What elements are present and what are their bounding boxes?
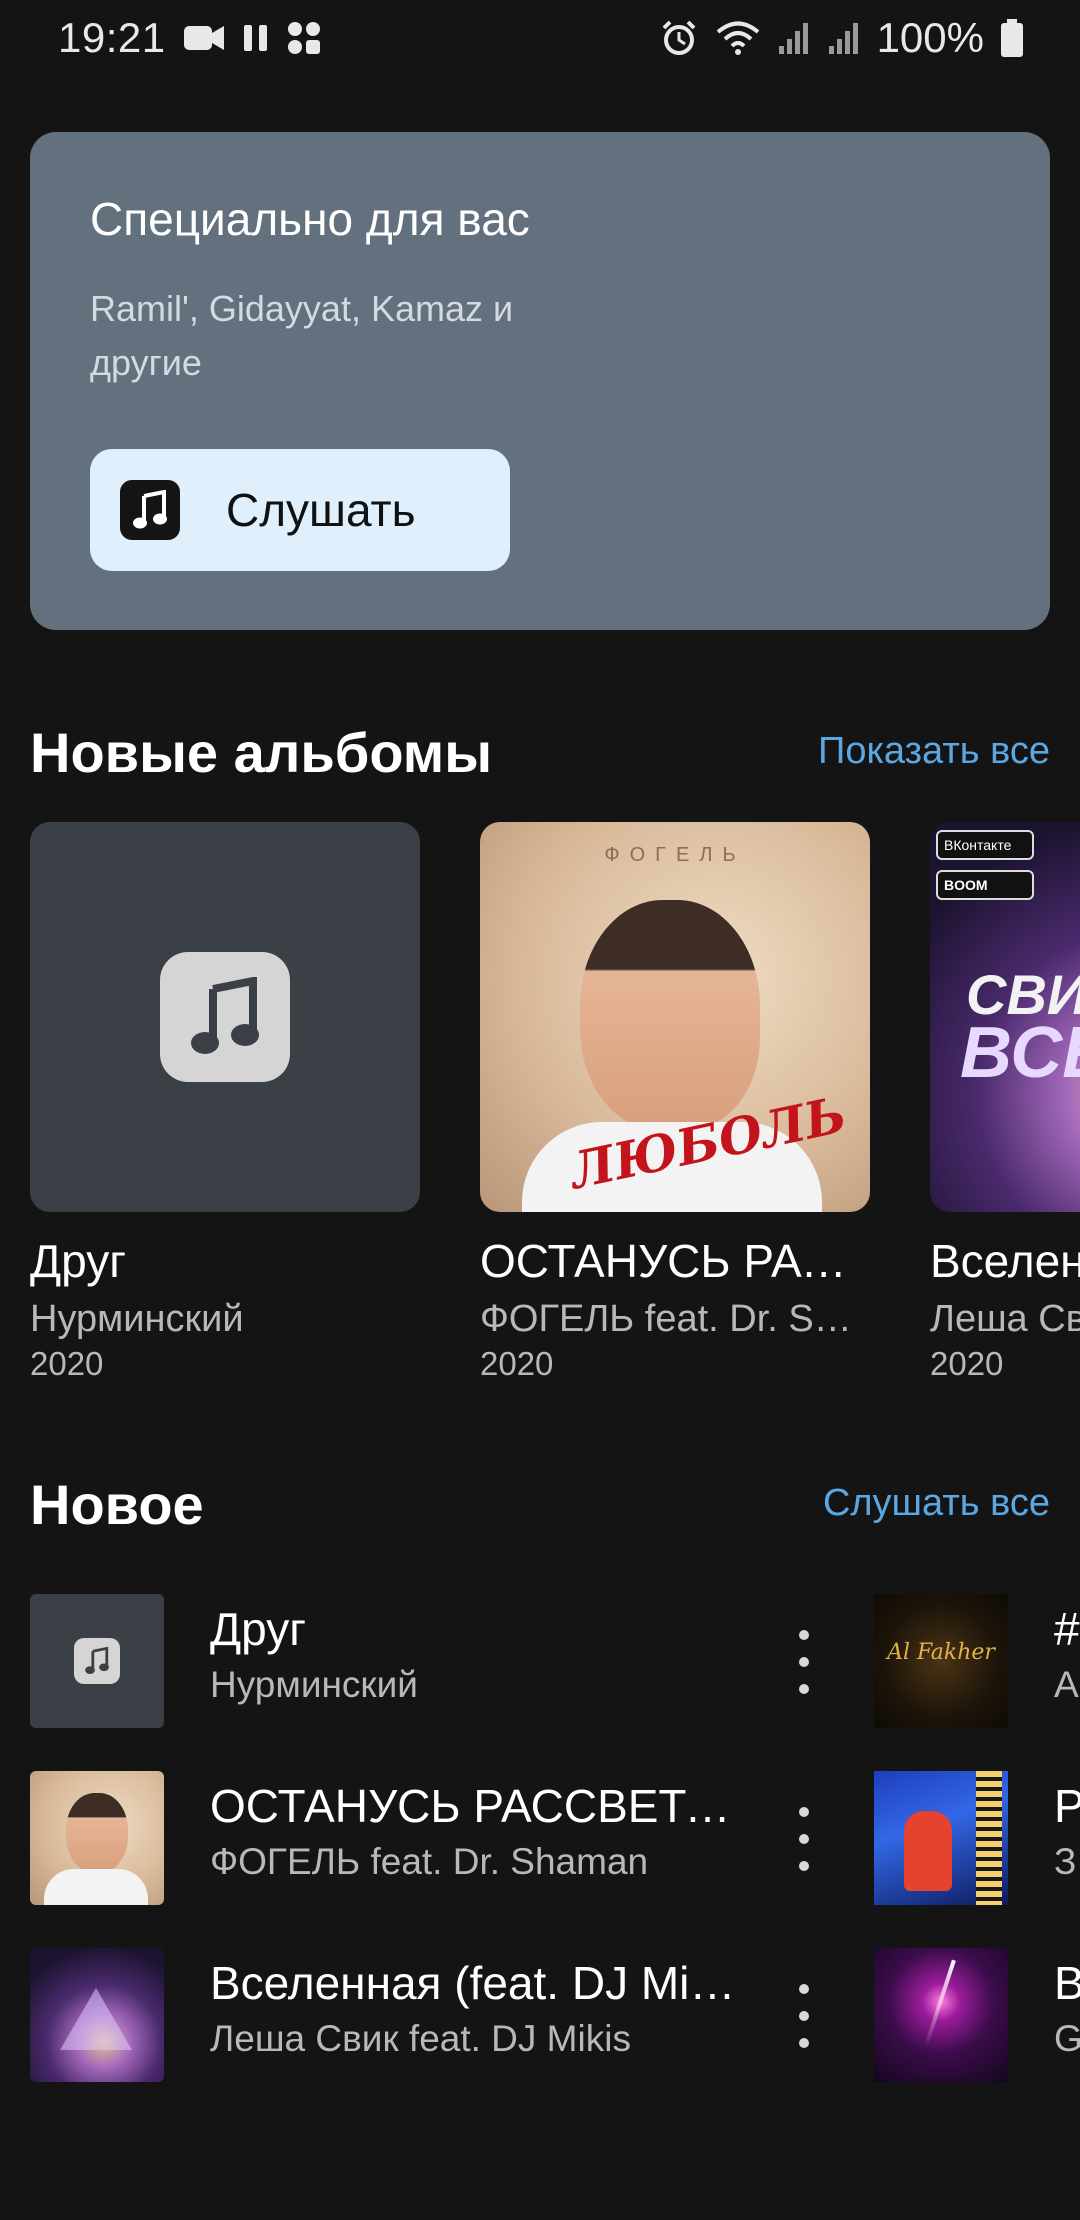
status-bar: 19:21 100% (0, 0, 1080, 76)
album-year: 2020 (930, 1345, 1004, 1382)
listen-button[interactable]: Слушать (90, 449, 510, 571)
track-title: # (1054, 1603, 1080, 1655)
battery-percent: 100% (876, 14, 984, 61)
featured-subtitle: Ramil', Gidayyat, Kamaz и другие (90, 288, 514, 383)
track-title: ОСТАНУСЬ РАССВЕТОМ (210, 1780, 740, 1832)
featured-title: Специально для вас (90, 193, 530, 245)
section-title-new-albums: Новые альбомы (30, 721, 493, 784)
track-artist: A (1054, 1664, 1079, 1705)
video-camera-icon (182, 21, 226, 55)
track-cover (30, 1948, 164, 2082)
vk-badge: ВКонтакте (936, 830, 1034, 860)
track-cover (30, 1771, 164, 1905)
track-cover[interactable]: Al Fakher (874, 1594, 1008, 1728)
track-title: P (1054, 1780, 1080, 1832)
more-options-icon[interactable] (782, 1984, 826, 2048)
listen-button-label: Слушать (226, 484, 416, 536)
album-cover (30, 822, 420, 1212)
album-year: 2020 (480, 1345, 554, 1382)
app-grid-lock-icon (286, 20, 322, 56)
track-title: B (1054, 1957, 1080, 2009)
track-row[interactable]: ОСТАНУСЬ РАССВЕТОМ ФОГЕЛЬ feat. Dr. Sham… (30, 1771, 1080, 1905)
music-note-icon (74, 1638, 120, 1684)
album-card[interactable]: ФОГЕЛЬ ЛЮБОЛЬ ОСТАНУСЬ РАССВЕТОМ ФОГЕЛЬ … (480, 822, 870, 1382)
track-title: Вселенная (feat. DJ Mikis) (210, 1957, 740, 2009)
track-artist: Леша Свик feat. DJ Mikis (210, 2018, 631, 2059)
album-title: Друг (30, 1235, 126, 1287)
track-artist: З (1054, 1841, 1077, 1882)
track-artist: G (1054, 2018, 1080, 2059)
cover-brand-text: ФОГЕЛЬ (604, 844, 746, 866)
more-options-icon[interactable] (782, 1807, 826, 1871)
track-cover (30, 1594, 164, 1728)
track-cover[interactable] (874, 1948, 1008, 2082)
more-options-icon[interactable] (782, 1630, 826, 1694)
album-card[interactable]: ВКонтакте BOOM СВИК ВСЕЛ Вселенная Леша … (930, 822, 1080, 1382)
boom-badge: BOOM (936, 870, 1034, 900)
track-row[interactable]: Друг Нурминский Al Fakher # A (30, 1594, 1080, 1728)
signal-icon (777, 20, 811, 56)
track-title: Друг (210, 1603, 306, 1655)
album-cover: ВКонтакте BOOM СВИК ВСЕЛ (930, 822, 1080, 1212)
album-card[interactable]: Друг Нурминский 2020 (30, 822, 420, 1382)
alarm-icon (659, 18, 699, 58)
album-artist: Леша Свик (930, 1298, 1080, 1340)
track-artist: Нурминский (210, 1664, 418, 1705)
tracks-list[interactable]: Друг Нурминский Al Fakher # A ОСТАНУСЬ Р… (0, 1594, 1080, 2094)
cover-title-text: Al Fakher (887, 1640, 995, 1665)
signal-icon (827, 20, 861, 56)
clock: 19:21 (58, 14, 166, 61)
music-note-icon (160, 952, 290, 1082)
track-cover[interactable] (874, 1771, 1008, 1905)
album-artist: ФОГЕЛЬ feat. Dr. Shaman (480, 1298, 870, 1340)
album-year: 2020 (30, 1345, 104, 1382)
album-cover: ФОГЕЛЬ ЛЮБОЛЬ (480, 822, 870, 1212)
music-note-icon (120, 480, 180, 540)
featured-mix-card[interactable]: Специально для вас Ramil', Gidayyat, Kam… (30, 132, 1050, 630)
wifi-icon (715, 19, 761, 57)
album-title: ОСТАНУСЬ РАССВЕТОМ (480, 1235, 870, 1287)
show-all-albums-link[interactable]: Показать все (818, 730, 1050, 773)
track-row[interactable]: Вселенная (feat. DJ Mikis) Леша Свик fea… (30, 1948, 1080, 2082)
album-artist: Нурминский (30, 1298, 244, 1340)
section-title-new: Новое (30, 1473, 204, 1536)
pause-icon (242, 21, 270, 55)
albums-carousel[interactable]: Друг Нурминский 2020 ФОГЕЛЬ ЛЮБОЛЬ ОСТАН… (0, 822, 1080, 1382)
cover-title-text: ВСЕЛ (960, 1013, 1080, 1093)
listen-all-link[interactable]: Слушать все (823, 1482, 1050, 1525)
album-title: Вселенная (930, 1235, 1080, 1287)
battery-icon (1000, 18, 1024, 58)
track-artist: ФОГЕЛЬ feat. Dr. Shaman (210, 1841, 649, 1882)
